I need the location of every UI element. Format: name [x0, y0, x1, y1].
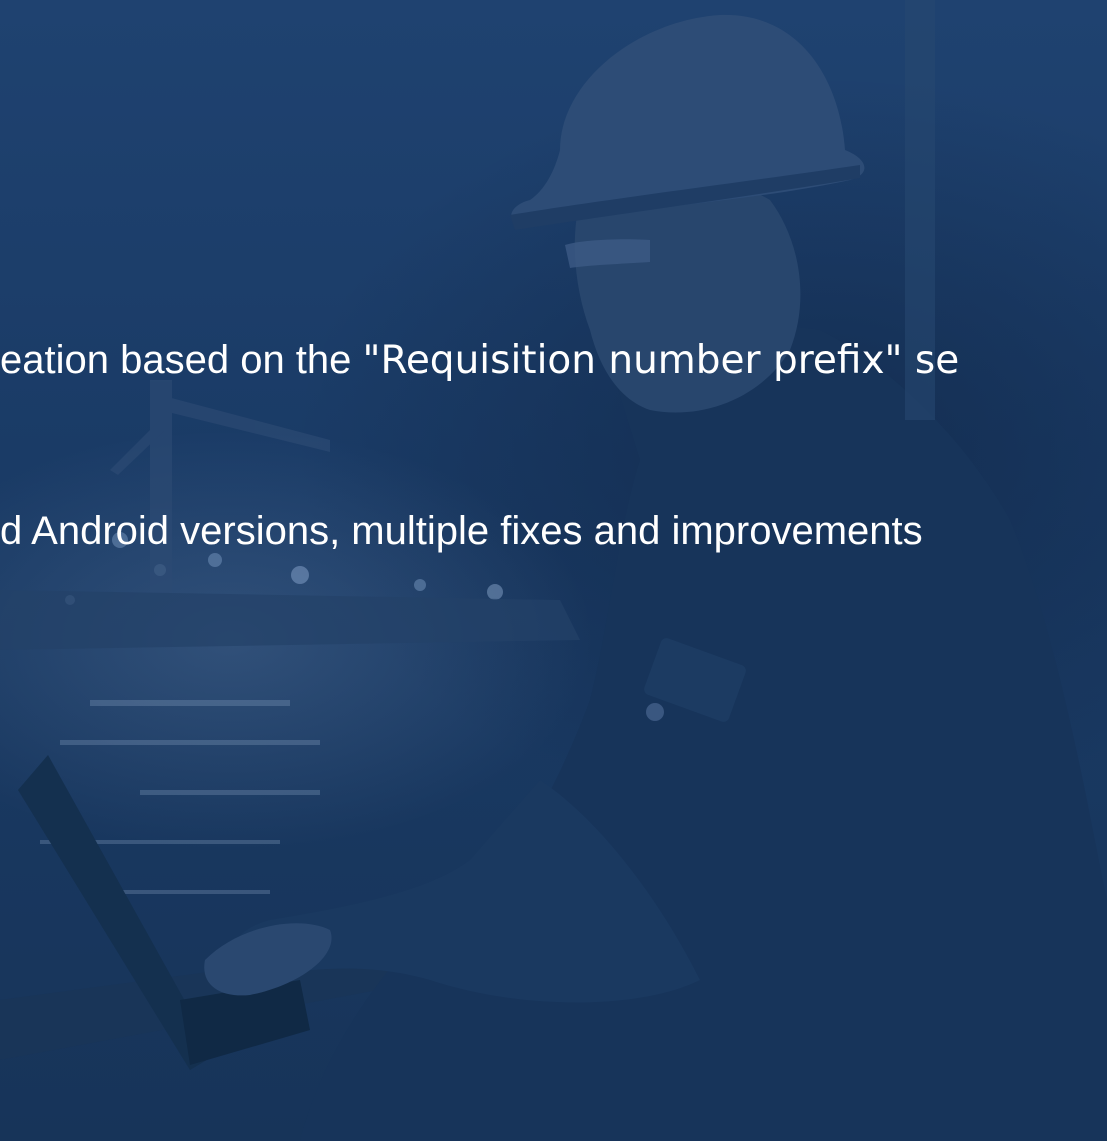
bullet-item: eation based on the "Requisition number … [0, 338, 959, 383]
slide: s eation based on the "Requisition numbe… [0, 0, 1107, 1141]
pocket-button [646, 703, 664, 721]
ship-silhouette [0, 590, 580, 650]
bullet-text-quoted: "Requisition number prefix" se [362, 338, 960, 383]
worker-body [300, 314, 1107, 1141]
bullet-text: eation based on the [0, 338, 363, 382]
background-photo [0, 0, 1107, 1141]
bullet-item: d Android versions, multiple fixes and i… [0, 509, 923, 553]
bullet-text: d Android versions, multiple fixes and i… [0, 509, 923, 553]
